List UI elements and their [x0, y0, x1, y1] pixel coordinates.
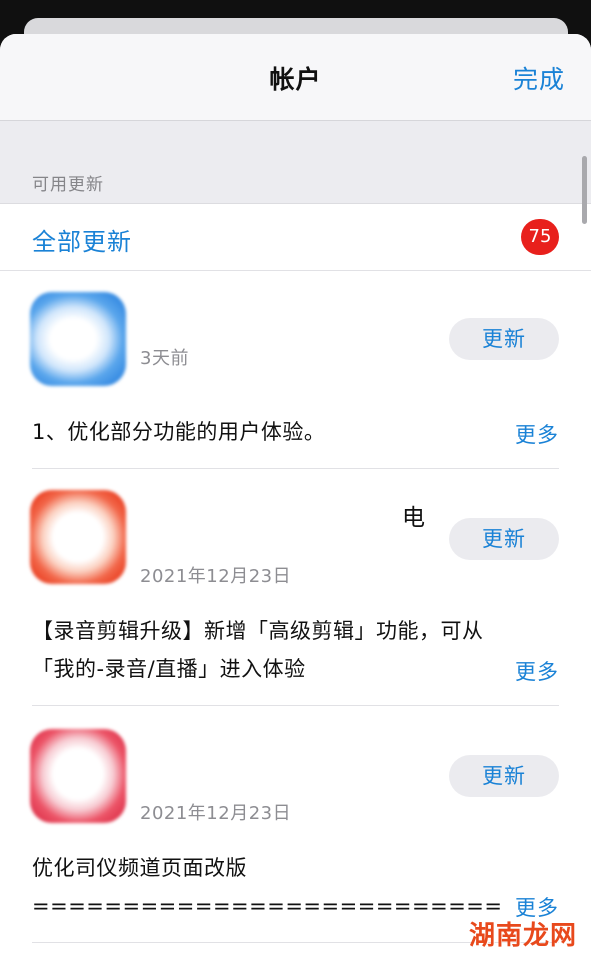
- app-date: 3天前: [140, 348, 189, 369]
- app-update-item: 3天前 更新 1、优化部分功能的用户体验。 更多: [0, 270, 591, 470]
- update-button[interactable]: 更新: [449, 755, 559, 797]
- watermark-logo: 湖南龙网: [468, 921, 577, 951]
- update-button[interactable]: 更新: [449, 318, 559, 360]
- release-notes-line: ==================================: [32, 894, 502, 918]
- app-date: 2021年12月23日: [140, 566, 292, 587]
- app-icon[interactable]: [30, 729, 126, 823]
- release-notes-line: 「我的-录音/直播」进入体验: [32, 657, 306, 681]
- app-update-item: 电 2021年12月23日 更新 【录音剪辑升级】新增「高级剪辑」功能，可从 「…: [0, 468, 591, 706]
- release-notes-line: 1、优化部分功能的用户体验。: [32, 420, 326, 444]
- update-all-row: 全部更新 75: [0, 204, 591, 271]
- update-button[interactable]: 更新: [449, 518, 559, 560]
- app-name: 电: [402, 505, 425, 531]
- app-date: 2021年12月23日: [140, 803, 292, 824]
- release-notes: 1、优化部分功能的用户体验。: [32, 413, 502, 451]
- release-notes-line: 【录音剪辑升级】新增「高级剪辑」功能，可从: [32, 619, 484, 643]
- more-link[interactable]: 更多: [515, 656, 559, 686]
- update-count-badge: 75: [521, 219, 559, 255]
- release-notes: 【录音剪辑升级】新增「高级剪辑」功能，可从 「我的-录音/直播」进入体验: [32, 612, 502, 688]
- done-button[interactable]: 完成: [513, 60, 565, 96]
- more-link[interactable]: 更多: [515, 419, 559, 449]
- app-update-item: 2021年12月23日 更新 优化司仪频道页面改版 ==============…: [0, 705, 591, 943]
- release-notes-line: 优化司仪频道页面改版: [32, 856, 247, 880]
- app-icon[interactable]: [30, 292, 126, 386]
- account-sheet: 帐户 完成 可用更新 全部更新 75 3天前 更新 1、优化部分功能的用户体验。…: [0, 34, 591, 974]
- app-icon[interactable]: [30, 490, 126, 584]
- section-header: 可用更新: [32, 175, 104, 195]
- page-title: 帐户: [269, 65, 322, 94]
- navigation-bar: 帐户 完成: [0, 34, 591, 121]
- update-all-button[interactable]: 全部更新: [32, 222, 132, 257]
- release-notes: 优化司仪频道页面改版 =============================…: [32, 849, 502, 925]
